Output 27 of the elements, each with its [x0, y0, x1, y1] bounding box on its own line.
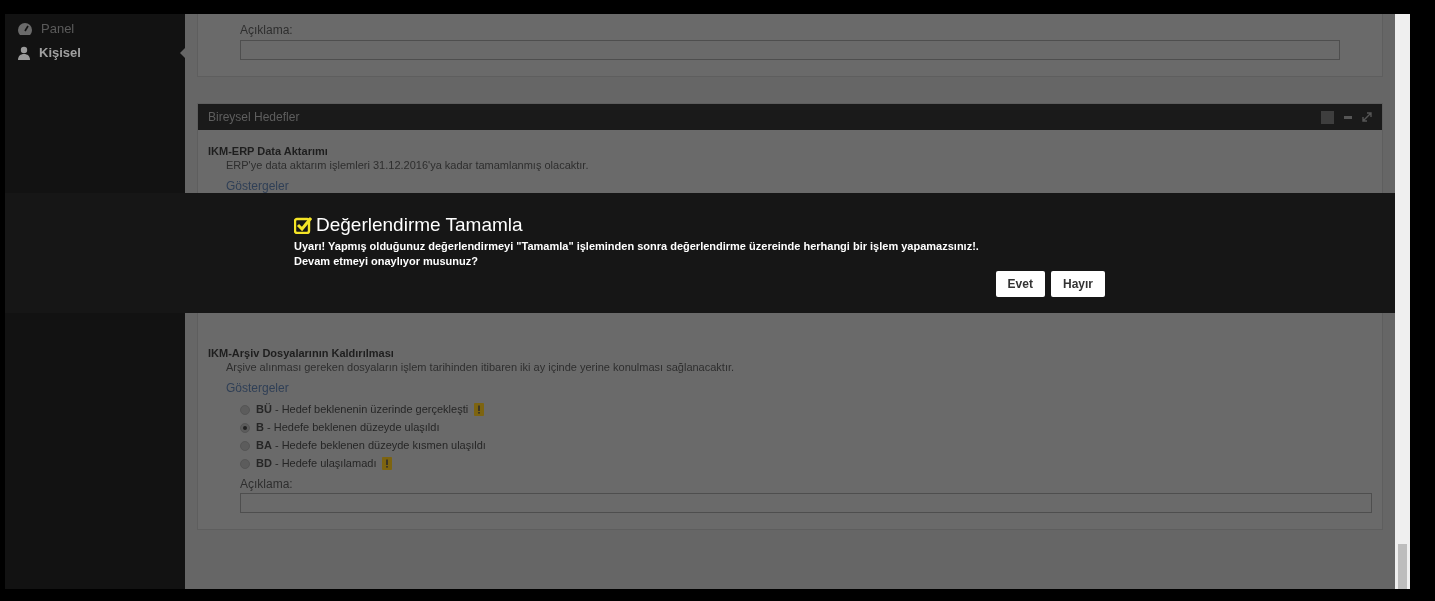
dialog-message: Uyarı! Yapmış olduğunuz değerlendirmeyi "Tamamla" işleminden sonra değerlendirme üzereinde herhangi bir işlem yapamazsınız!.	[294, 239, 980, 254]
option-label: BA - Hedefe beklenen düzeyde kısmen ulaşıldı	[256, 438, 486, 454]
field-label: Açıklama:	[240, 23, 294, 38]
option-label: B - Hedefe beklenen düzeyde ulaşıldı	[256, 420, 440, 436]
panel-title: Bireysel Hedefler	[208, 109, 300, 126]
warning-icon	[474, 403, 485, 416]
dialog-button[interactable]: Evet	[995, 271, 1045, 297]
option-label: BD - Hedefe ulaşılamadı	[256, 456, 377, 472]
dialog-title: Değerlendirme Tamamla	[316, 213, 523, 237]
scrollbar[interactable]	[1395, 14, 1410, 589]
minimize-icon[interactable]	[1344, 115, 1352, 119]
goal-title: IKM-ERP Data Aktarımı	[208, 144, 329, 158]
dialog-button[interactable]: Hayır	[1050, 271, 1105, 297]
warning-icon	[382, 457, 393, 470]
goal-title: IKM-Arşiv Dosyalarının Kaldırılması	[208, 346, 395, 360]
checkbox-icon	[294, 216, 312, 234]
user-icon	[17, 46, 31, 60]
dialog-question: Devam etmeyi onaylıyor musunuz?	[294, 254, 479, 269]
expand-icon[interactable]	[1362, 112, 1372, 122]
gauge-icon	[17, 22, 33, 36]
radio-button[interactable]	[240, 422, 250, 433]
input-field[interactable]	[240, 493, 1372, 513]
option-label: BÜ - Hedef beklenenin üzerinde gerçekleşti	[256, 402, 469, 418]
goal-description: ERP'ye data aktarım işlemleri 31.12.2016'ya kadar tamamlanmış olacaktır.	[225, 158, 590, 172]
input-field[interactable]	[240, 40, 1340, 60]
square-icon[interactable]	[1321, 110, 1334, 124]
field-label: Açıklama:	[240, 477, 294, 492]
